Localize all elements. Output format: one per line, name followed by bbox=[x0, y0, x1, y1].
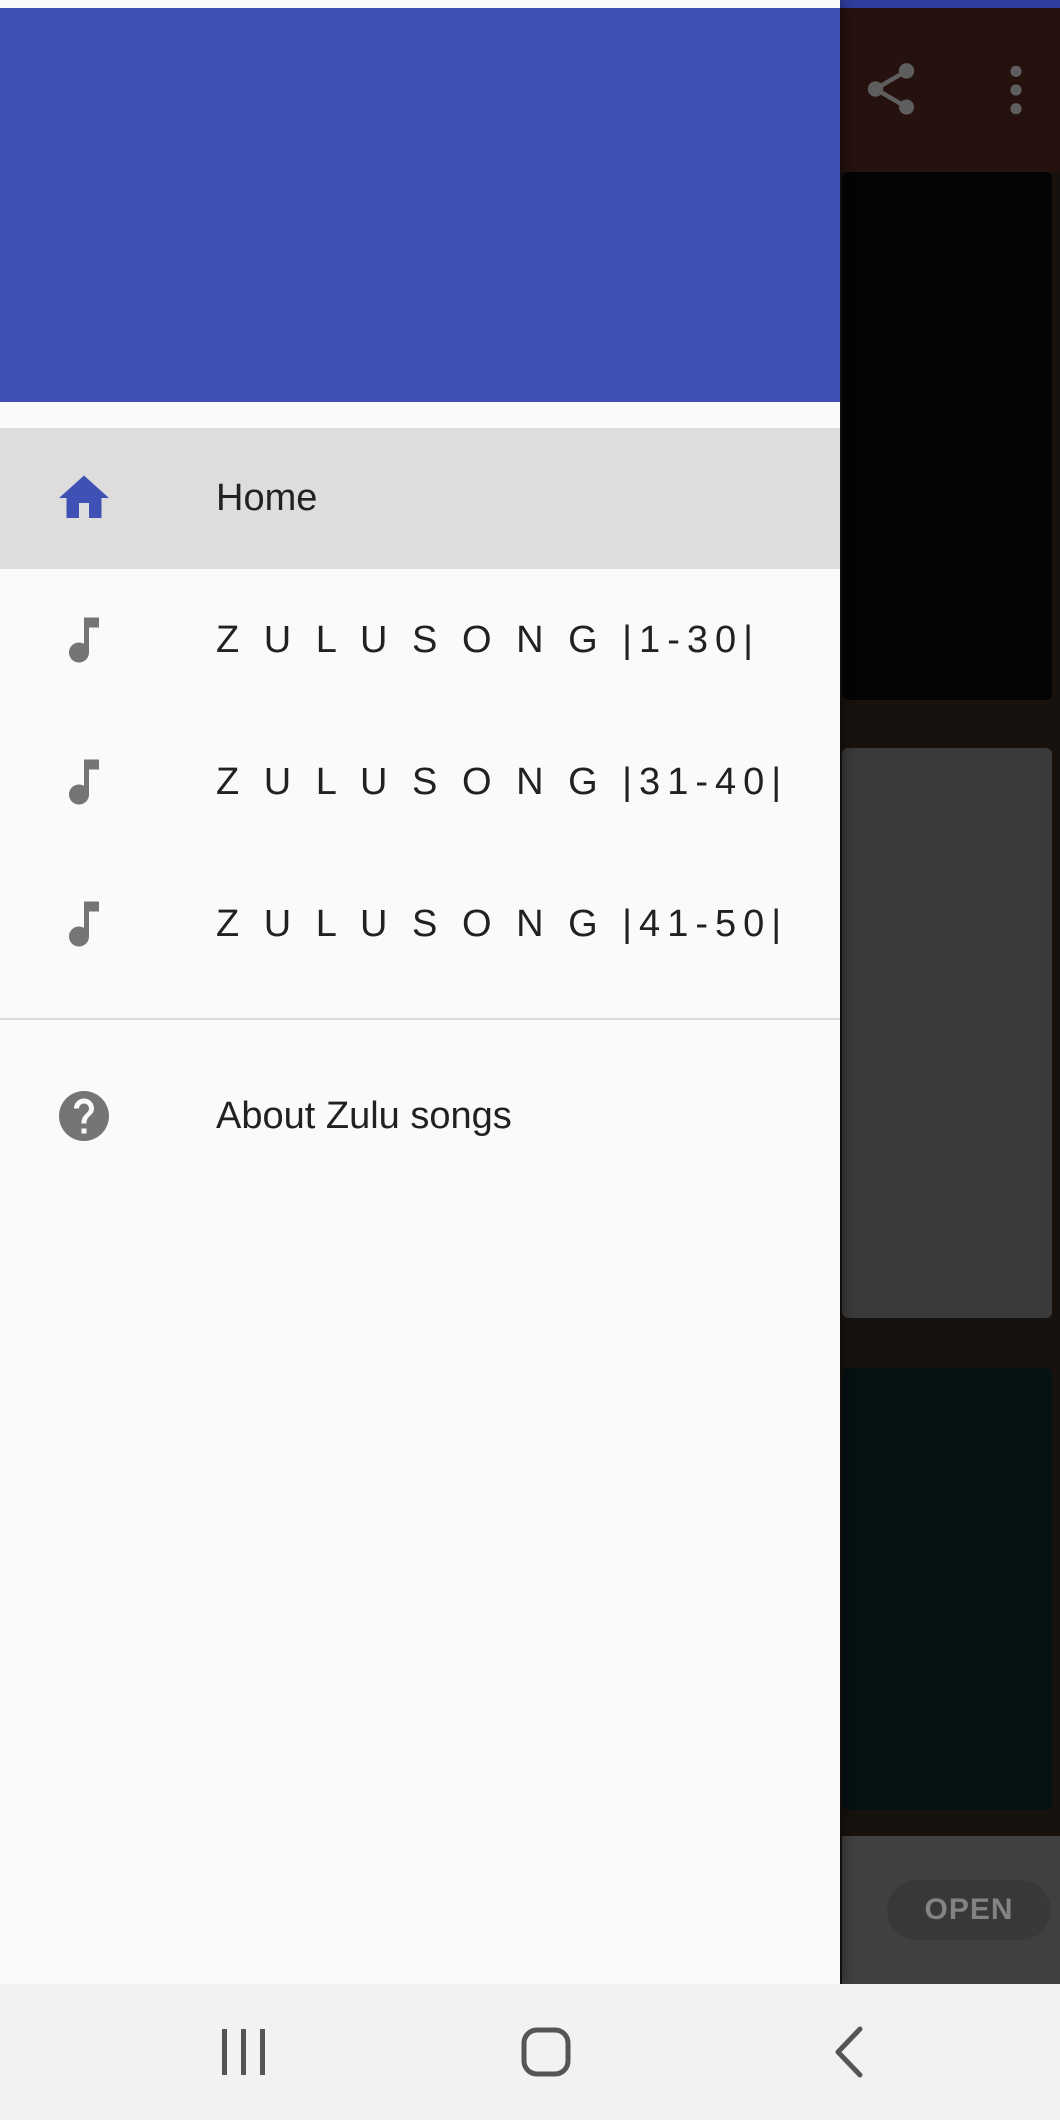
recents-button[interactable] bbox=[164, 1984, 324, 2120]
recents-icon bbox=[222, 2029, 265, 2075]
home-icon bbox=[59, 475, 109, 518]
drawer-item-about[interactable]: About Zulu songs bbox=[0, 1046, 840, 1187]
system-navigation-bar bbox=[0, 1984, 1060, 2120]
music-note-icon bbox=[69, 901, 99, 947]
navigation-drawer: Home Z U L U S O N G |1-30| Z U L U S O … bbox=[0, 0, 840, 1984]
drawer-item-home[interactable]: Home bbox=[0, 428, 840, 569]
ad-open-button[interactable]: OPEN bbox=[887, 1880, 1051, 1940]
home-button-icon bbox=[521, 2027, 571, 2077]
drawer-header bbox=[0, 8, 840, 402]
drawer-item-zulu-song-41-50[interactable]: Z U L U S O N G |41-50| bbox=[0, 854, 840, 995]
drawer-item-label: Z U L U S O N G |1-30| bbox=[216, 619, 760, 661]
drawer-divider bbox=[0, 1018, 840, 1020]
drawer-item-label: Z U L U S O N G |41-50| bbox=[216, 903, 789, 945]
drawer-item-label: Z U L U S O N G |31-40| bbox=[216, 761, 789, 803]
system-home-button[interactable] bbox=[466, 1984, 626, 2120]
drawer-item-zulu-song-1-30[interactable]: Z U L U S O N G |1-30| bbox=[0, 570, 840, 711]
back-icon bbox=[835, 2026, 863, 2078]
music-note-icon bbox=[69, 759, 99, 805]
music-note-icon bbox=[69, 617, 99, 663]
drawer-item-label: Home bbox=[216, 477, 318, 519]
back-button[interactable] bbox=[768, 1984, 928, 2120]
help-icon bbox=[59, 1091, 109, 1141]
drawer-item-zulu-song-31-40[interactable]: Z U L U S O N G |31-40| bbox=[0, 712, 840, 853]
drawer-item-label: About Zulu songs bbox=[216, 1095, 512, 1137]
